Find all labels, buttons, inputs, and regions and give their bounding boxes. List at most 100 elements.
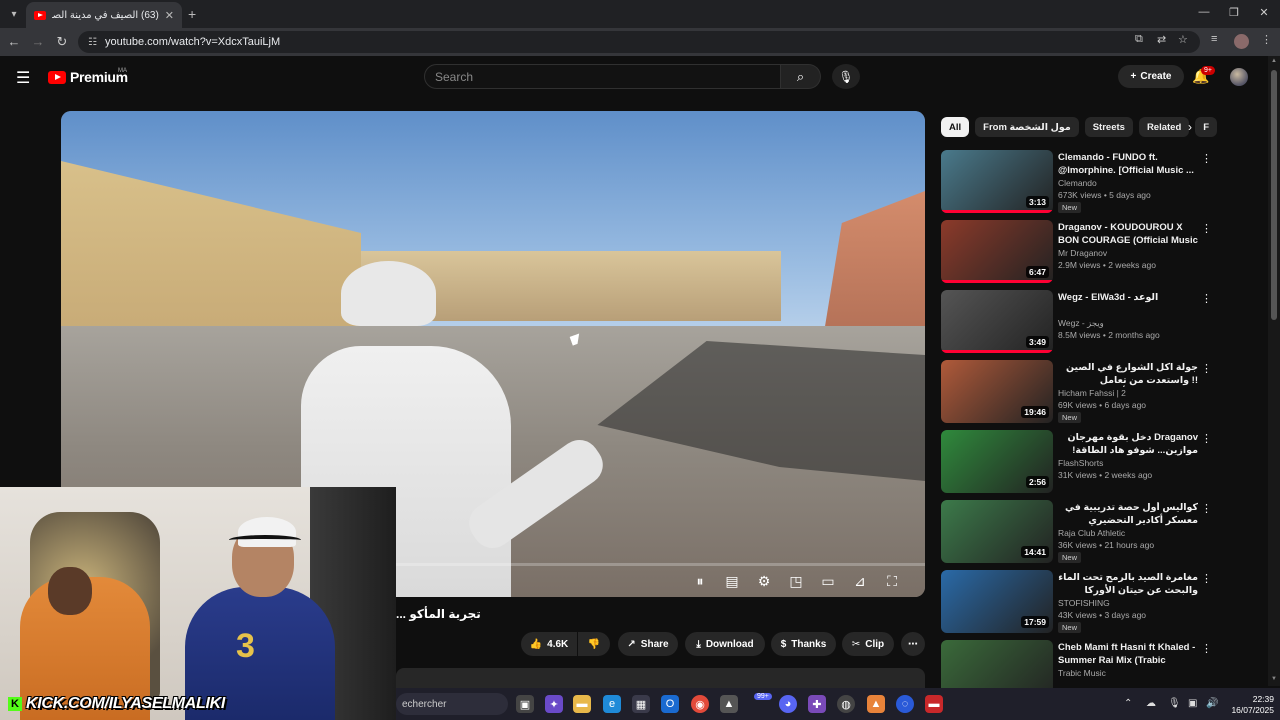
recommendation-item[interactable]: 6:47 Draganov - KOUDOUROU X BON COURAGE (… — [941, 220, 1212, 286]
search-button[interactable]: ⌕ — [781, 64, 821, 89]
channel-name[interactable]: STOFISHING — [1058, 598, 1110, 608]
channel-name[interactable]: Mr Draganov — [1058, 248, 1107, 258]
channel-name[interactable]: Wegz - ويجز — [1058, 318, 1104, 329]
channel-name[interactable]: Clemando — [1058, 178, 1097, 188]
copilot-icon[interactable]: ✦ — [545, 695, 563, 713]
reload-button[interactable]: ↻ — [54, 34, 70, 50]
recommendation-title[interactable]: كواليس أول حصة تدريبية في معسكر أكادير ا… — [1058, 502, 1198, 527]
video-thumbnail[interactable]: 3:49 — [941, 290, 1053, 353]
recommendation-title[interactable]: Draganov - KOUDOUROU X BON COURAGE (Offi… — [1058, 222, 1198, 247]
volume-icon[interactable]: 🔊 — [1206, 698, 1218, 709]
browser-menu-icon[interactable]: ⋮ — [1261, 33, 1272, 46]
network-icon[interactable]: ▣ — [1188, 698, 1197, 709]
photos-icon[interactable]: ▲ — [720, 695, 738, 713]
restore-window-button[interactable]: ❐ — [1224, 6, 1244, 19]
theater-mode-icon[interactable]: ▭ — [819, 573, 837, 590]
miniplayer-icon[interactable]: ◳ — [787, 573, 805, 590]
like-button[interactable]: 👍 4.6K — [521, 632, 577, 656]
new-tab-button[interactable]: + — [188, 6, 196, 22]
download-button[interactable]: ⤓ Download — [685, 632, 765, 656]
obs-icon[interactable]: ◍ — [837, 695, 855, 713]
cast-icon[interactable]: ⊿ — [851, 573, 869, 590]
recommendation-item[interactable]: 17:59 مغامرة الصيد بالرمح تحت الماء والبح… — [941, 570, 1212, 636]
dislike-button[interactable]: 👎 — [578, 632, 610, 656]
more-vertical-icon[interactable]: ⋮ — [1201, 362, 1212, 375]
back-button[interactable]: ← — [6, 34, 22, 49]
settings-gear-icon[interactable]: ⚙ — [755, 573, 773, 590]
close-window-button[interactable]: ✕ — [1254, 6, 1274, 19]
youtube-premium-logo[interactable]: Premium — [48, 69, 128, 85]
recommendation-item[interactable]: 3:13 Clemando - FUNDO ft. @lmorphine. [Of… — [941, 150, 1212, 216]
recommendation-title[interactable]: جولة اكل الشوارع في الصين !! واستعدت من … — [1058, 362, 1198, 387]
more-vertical-icon[interactable]: ⋮ — [1201, 432, 1212, 445]
autoplay-toggle-icon[interactable]: ⏸ — [691, 573, 709, 590]
show-hidden-icons-chevron-icon[interactable]: ⌃ — [1124, 698, 1132, 709]
microsoft-store-icon[interactable]: ▦ — [632, 695, 650, 713]
minimize-window-button[interactable]: — — [1194, 6, 1214, 18]
recommendation-title[interactable]: مغامرة الصيد بالرمح تحت الماء والبحث عن … — [1058, 572, 1198, 597]
channel-name[interactable]: FlashShorts — [1058, 458, 1103, 468]
recommendation-item[interactable]: 19:46 جولة اكل الشوارع في الصين !! واستعد… — [941, 360, 1212, 426]
recommendation-item[interactable]: 2:56 Draganov دخل بقوة مهرجان موازين... ش… — [941, 430, 1212, 496]
browser-tab-active[interactable]: (63) الصيف في مدينة الصويرة ✕ — [26, 2, 182, 28]
more-vertical-icon[interactable]: ⋮ — [1201, 152, 1212, 165]
fullscreen-icon[interactable]: ⛶ — [883, 573, 901, 590]
video-thumbnail[interactable]: 6:47 — [941, 220, 1053, 283]
taskbar-search[interactable]: echercher — [396, 693, 508, 715]
video-thumbnail[interactable]: 17:59 — [941, 570, 1053, 633]
channel-name[interactable]: Trabic Music — [1058, 668, 1106, 678]
create-button[interactable]: + Create — [1118, 65, 1184, 88]
video-thumbnail[interactable]: 2:56 — [941, 430, 1053, 493]
bookmark-star-icon[interactable]: ☆ — [1178, 33, 1188, 46]
microphone-tray-icon[interactable]: 🎙 — [1168, 698, 1181, 709]
chip-truncated[interactable]: F — [1195, 117, 1218, 137]
file-explorer-icon[interactable]: ▬ — [573, 695, 591, 713]
clip-button[interactable]: ✂ Clip — [842, 632, 894, 656]
reading-list-icon[interactable]: ≡ — [1211, 33, 1217, 45]
share-button[interactable]: ↗ Share — [618, 632, 678, 656]
recommendation-title[interactable]: Cheb Mami ft Hasni ft Khaled - Summer Ra… — [1058, 642, 1198, 667]
tab-search-dropdown-icon[interactable]: ▾ — [6, 6, 22, 22]
voice-search-button[interactable]: 🎙 — [832, 64, 860, 89]
app-icon[interactable]: ◌ — [896, 695, 914, 713]
more-vertical-icon[interactable]: ⋮ — [1201, 292, 1212, 305]
outlook-icon[interactable]: O — [661, 695, 679, 713]
address-bar[interactable]: ☷ youtube.com/watch?v=XdcxTauiLjM — [78, 31, 1200, 53]
account-avatar[interactable] — [1230, 68, 1248, 86]
app-icon[interactable]: ▲ — [867, 695, 885, 713]
app-icon[interactable]: ▬ — [925, 695, 943, 713]
more-vertical-icon[interactable]: ⋮ — [1201, 642, 1212, 655]
recommendation-title[interactable]: Draganov دخل بقوة مهرجان موازين... شوفو … — [1058, 432, 1198, 457]
profile-avatar[interactable] — [1234, 34, 1249, 49]
cloud-icon[interactable]: ☁ — [1146, 698, 1156, 709]
more-actions-button[interactable]: ⋯ — [901, 632, 925, 656]
task-view-icon[interactable]: ▣ — [516, 695, 534, 713]
chip-related[interactable]: Related — [1138, 117, 1190, 137]
channel-name[interactable]: Hicham Fahssi | 2 — [1058, 388, 1126, 398]
discord-icon[interactable]: ◕ — [779, 695, 797, 713]
site-info-icon[interactable]: ☷ — [88, 37, 97, 48]
thanks-button[interactable]: $ Thanks — [771, 632, 836, 656]
install-app-icon[interactable]: ⧉ — [1135, 33, 1143, 46]
taskbar-clock[interactable]: 22:39 16/07/2025 — [1224, 694, 1274, 716]
forward-button[interactable]: → — [30, 34, 46, 49]
chrome-icon[interactable]: ◉ — [691, 695, 709, 713]
description-panel[interactable] — [396, 668, 925, 688]
more-vertical-icon[interactable]: ⋮ — [1201, 572, 1212, 585]
game-controller-icon[interactable]: ✚ — [808, 695, 826, 713]
tab-close-icon[interactable]: ✕ — [165, 9, 174, 22]
chip-from-channel[interactable]: From مول الشخصة — [975, 117, 1079, 137]
video-thumbnail[interactable]: 14:41 — [941, 500, 1053, 563]
chip-all[interactable]: All — [941, 117, 970, 137]
recommendation-title[interactable]: Wegz - ElWa3d - الوعد — [1058, 292, 1198, 305]
channel-name[interactable]: Raja Club Athletic — [1058, 528, 1125, 538]
chevron-right-icon[interactable]: › — [1188, 120, 1192, 134]
more-vertical-icon[interactable]: ⋮ — [1201, 222, 1212, 235]
translate-icon[interactable]: ⇄ — [1157, 33, 1166, 46]
recommendation-item[interactable]: 14:41 كواليس أول حصة تدريبية في معسكر أكا… — [941, 500, 1212, 566]
search-input[interactable] — [435, 69, 780, 84]
hamburger-menu-icon[interactable]: ☰ — [16, 68, 30, 88]
recommendation-title[interactable]: Clemando - FUNDO ft. @lmorphine. [Offici… — [1058, 152, 1198, 177]
subtitles-icon[interactable]: ▤ — [723, 573, 741, 590]
scroll-down-arrow-icon[interactable]: ▼ — [1271, 676, 1277, 682]
